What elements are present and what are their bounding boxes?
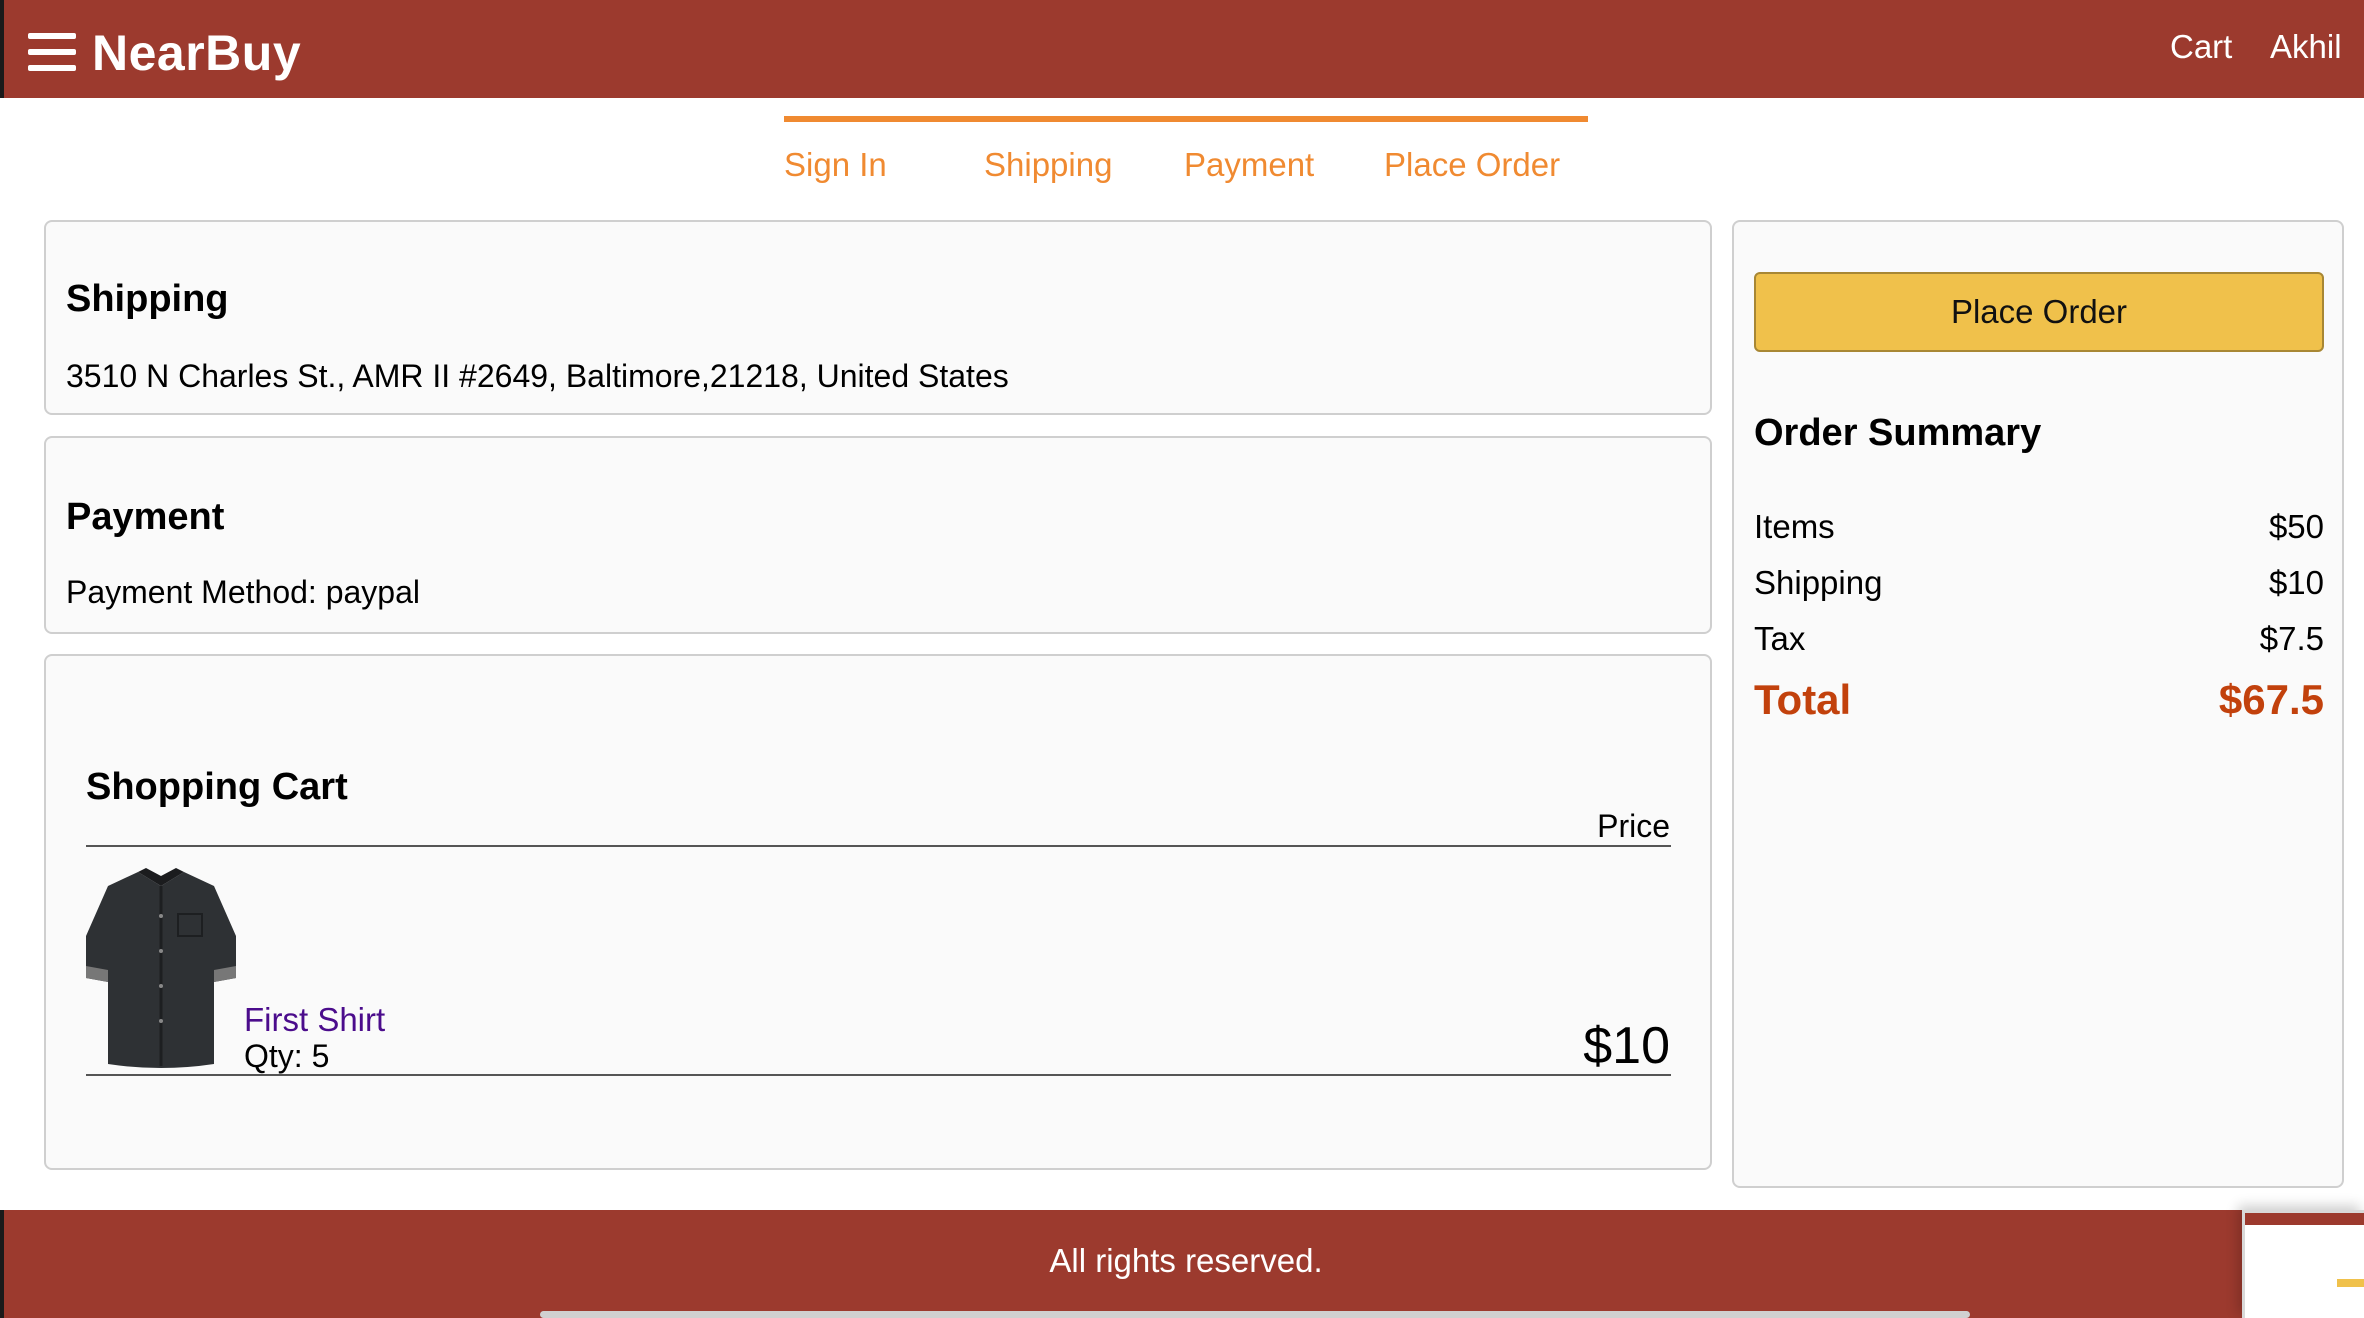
- summary-row-shipping: Shipping $10: [1754, 564, 2324, 602]
- summary-shipping-label: Shipping: [1754, 564, 1883, 601]
- product-name-link[interactable]: First Shirt: [244, 1001, 385, 1039]
- step-shipping[interactable]: Shipping: [984, 116, 1184, 186]
- summary-items-label: Items: [1754, 508, 1835, 545]
- shipping-card: Shipping 3510 N Charles St., AMR II #264…: [44, 220, 1712, 415]
- horizontal-scrollbar[interactable]: [540, 1311, 1970, 1318]
- place-order-button[interactable]: Place Order: [1754, 272, 2324, 352]
- payment-method: Payment Method: paypal: [66, 574, 420, 610]
- summary-tax-label: Tax: [1754, 620, 1806, 657]
- shirt-image[interactable]: [86, 866, 236, 1072]
- screenshot-preview-thumbnail[interactable]: [2242, 1210, 2364, 1318]
- order-summary-title: Order Summary: [1754, 412, 2042, 454]
- cart-divider: [86, 845, 1671, 847]
- summary-items-value: $50: [2268, 508, 2324, 545]
- summary-shipping-value: $10: [2268, 564, 2324, 601]
- summary-row-tax: Tax $7.5: [1754, 620, 2324, 658]
- footer-text: All rights reserved.: [1049, 1242, 1323, 1279]
- user-menu-link[interactable]: Akhil: [2270, 28, 2342, 66]
- shopping-cart-card: Shopping Cart Price First Shirt Qty: 5 $…: [44, 654, 1712, 1170]
- cart-item-divider: [86, 1074, 1671, 1076]
- step-payment[interactable]: Payment: [1184, 116, 1384, 186]
- payment-card: Payment Payment Method: paypal: [44, 436, 1712, 634]
- summary-tax-value: $7.5: [2259, 620, 2324, 657]
- product-price: $10: [1583, 1017, 1670, 1075]
- cart-link[interactable]: Cart: [2170, 28, 2232, 66]
- summary-row-total: Total $67.5: [1754, 676, 2324, 724]
- order-summary-card: Place Order Order Summary Items $50 Ship…: [1732, 220, 2344, 1188]
- checkout-steps: Sign In Shipping Payment Place Order: [784, 116, 1588, 186]
- brand-logo[interactable]: NearBuy: [92, 24, 301, 82]
- summary-row-items: Items $50: [1754, 508, 2324, 546]
- cart-title: Shopping Cart: [86, 766, 348, 808]
- step-sign-in[interactable]: Sign In: [784, 116, 984, 186]
- top-navbar: NearBuy Cart Akhil: [0, 0, 2364, 98]
- payment-title: Payment: [66, 496, 225, 538]
- summary-total-value: $67.5: [2218, 676, 2324, 723]
- footer: All rights reserved.: [0, 1210, 2364, 1318]
- step-place-order[interactable]: Place Order: [1384, 116, 1588, 186]
- shipping-address: 3510 N Charles St., AMR II #2649, Baltim…: [66, 358, 1009, 394]
- hamburger-icon[interactable]: [28, 33, 76, 71]
- product-qty: Qty: 5: [244, 1038, 330, 1074]
- price-column-header: Price: [1597, 808, 1670, 844]
- summary-total-label: Total: [1754, 676, 1852, 723]
- shipping-title: Shipping: [66, 278, 229, 320]
